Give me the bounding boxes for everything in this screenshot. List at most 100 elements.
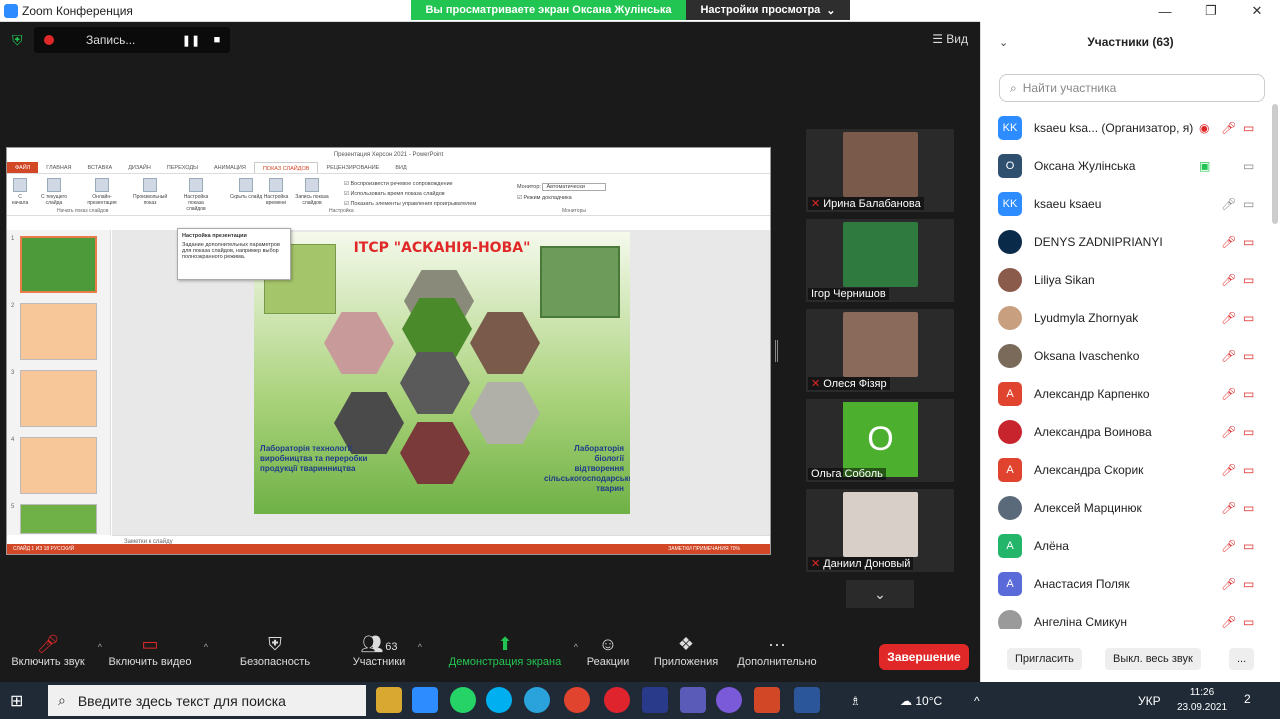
mute-all-button[interactable]: Выкл. весь звук: [1105, 648, 1201, 670]
video-off-icon[interactable]: ▭: [1243, 121, 1254, 135]
slide-thumbnail[interactable]: [20, 370, 97, 427]
mic-muted-icon[interactable]: 🎤︎: [1221, 349, 1236, 363]
opera-icon[interactable]: [604, 687, 630, 713]
shield-icon[interactable]: ⛨: [12, 32, 26, 48]
recording-icon[interactable]: ◉: [1199, 121, 1209, 135]
video-off-icon[interactable]: ▭: [1243, 615, 1254, 629]
video-tile[interactable]: О Ольга Соболь: [806, 399, 954, 482]
apps-button[interactable]: ❖ Приложения: [651, 634, 721, 668]
start-video-button[interactable]: ▭ Включить видео ^: [106, 634, 208, 668]
participant-row[interactable]: О Оксана Жулінська ▣ ▭: [981, 147, 1271, 185]
participant-row[interactable]: A Анастасия Поляк 🎤︎ ▭: [981, 565, 1271, 603]
slide-thumbnail[interactable]: [20, 437, 97, 494]
video-off-icon[interactable]: ▭: [1243, 273, 1254, 287]
reactions-button[interactable]: ☺ Реакции: [585, 634, 631, 668]
ppt-tab[interactable]: АНИМАЦИЯ: [206, 162, 254, 173]
video-off-icon[interactable]: ▭: [1243, 311, 1254, 325]
ppt-tab[interactable]: ПОКАЗ СЛАЙДОВ: [253, 162, 319, 173]
taskbar-search-input[interactable]: ⌕ Введите здесь текст для поиска: [48, 685, 366, 716]
unmute-button[interactable]: 🎤︎ Включить звук ^: [8, 634, 102, 668]
view-button[interactable]: ☰ Вид: [932, 32, 968, 46]
slide-thumbnail[interactable]: [20, 504, 97, 534]
ppt-tab[interactable]: ФАЙЛ: [7, 162, 39, 173]
ribbon-button[interactable]: Скрыть слайд: [229, 178, 263, 200]
mic-muted-icon[interactable]: 🎤︎: [1221, 273, 1236, 287]
participant-row[interactable]: Ангеліна Смикун 🎤︎ ▭: [981, 603, 1271, 629]
skype-icon[interactable]: [486, 687, 512, 713]
mic-muted-icon[interactable]: 🎤︎: [1221, 121, 1236, 135]
participant-row[interactable]: Алексей Марцинюк 🎤︎ ▭: [981, 489, 1271, 527]
video-off-icon[interactable]: ▭: [1243, 387, 1254, 401]
close-button[interactable]: ✕: [1234, 0, 1280, 22]
sharing-icon[interactable]: ▣: [1199, 159, 1210, 173]
scroll-tiles-down-button[interactable]: ⌄: [846, 580, 914, 608]
mic-icon[interactable]: 🎤︎: [1221, 197, 1236, 211]
participant-row[interactable]: A Алёна 🎤︎ ▭: [981, 527, 1271, 565]
share-screen-button[interactable]: ⬆ Демонстрация экрана ^: [446, 634, 578, 668]
mic-muted-icon[interactable]: 🎤︎: [1221, 615, 1236, 629]
video-tile[interactable]: ✕ Олеся Фізяр: [806, 309, 954, 392]
more-button[interactable]: ··· Дополнительно: [735, 634, 819, 668]
mic-muted-icon[interactable]: 🎤︎: [1221, 463, 1236, 477]
security-button[interactable]: ⛨ Безопасность: [238, 634, 312, 668]
mic-muted-icon[interactable]: 🎤︎: [1221, 425, 1236, 439]
ribbon-check[interactable]: ☑ Использовать время показа слайдов: [344, 189, 476, 199]
video-off-icon[interactable]: ▭: [1243, 235, 1254, 249]
presenter-view-check[interactable]: ☑ Режим докладчика: [517, 193, 606, 204]
participant-search-input[interactable]: ⌕ Найти участника: [999, 74, 1265, 102]
whatsapp-icon[interactable]: [450, 687, 476, 713]
video-off-icon[interactable]: ▭: [1243, 349, 1254, 363]
ppt-tab[interactable]: РЕЦЕНЗИРОВАНИЕ: [318, 162, 387, 173]
end-meeting-button[interactable]: Завершение: [879, 644, 969, 670]
ppt-tab[interactable]: ПЕРЕХОДЫ: [159, 162, 206, 173]
current-slide[interactable]: ІТСР "АСКАНІЯ-НОВА" Лабораторія технолог…: [254, 232, 630, 514]
ribbon-button[interactable]: Запись показа слайдов: [295, 178, 329, 206]
restore-button[interactable]: ❐: [1188, 0, 1234, 22]
participant-row[interactable]: DENYS ZADNIPRIANYI 🎤︎ ▭: [981, 223, 1271, 261]
notifications-badge[interactable]: 2: [1244, 692, 1251, 706]
video-off-icon[interactable]: ▭: [1243, 501, 1254, 515]
mic-muted-icon[interactable]: 🎤︎: [1221, 387, 1236, 401]
minimize-button[interactable]: —: [1142, 0, 1188, 22]
participant-row[interactable]: Lyudmyla Zhornyak 🎤︎ ▭: [981, 299, 1271, 337]
file-explorer-icon[interactable]: [376, 687, 402, 713]
input-language[interactable]: УКР: [1138, 682, 1161, 719]
ribbon-button[interactable]: Произвольный показ: [133, 178, 167, 206]
participant-row[interactable]: Александра Воинова 🎤︎ ▭: [981, 413, 1271, 451]
participant-list-scrollbar[interactable]: [1272, 104, 1278, 224]
ppt-tab[interactable]: ВИД: [387, 162, 414, 173]
mic-muted-icon[interactable]: 🎤︎: [1221, 539, 1236, 553]
telegram-icon[interactable]: [524, 687, 550, 713]
powerpoint-icon[interactable]: [754, 687, 780, 713]
mic-muted-icon[interactable]: 🎤︎: [1221, 501, 1236, 515]
participant-row[interactable]: KK ksaeu ksa... (Организатор, я) ◉ ▭ 🎤︎: [981, 109, 1271, 147]
splitter-handle[interactable]: [775, 340, 778, 362]
windows-start-icon[interactable]: ⊞: [10, 691, 23, 711]
mic-muted-icon[interactable]: 🎤︎: [1221, 235, 1236, 249]
ribbon-button[interactable]: С начала: [11, 178, 29, 206]
video-icon[interactable]: ▭: [1243, 159, 1254, 173]
slide-thumbnail[interactable]: [20, 236, 97, 293]
weather-widget[interactable]: ☁ 10°C: [900, 682, 942, 719]
video-tile[interactable]: ✕ Ирина Балабанова: [806, 129, 954, 212]
taskbar-clock[interactable]: 11:26 23.09.2021: [1176, 685, 1228, 715]
ppt-tab[interactable]: ВСТАВКА: [80, 162, 121, 173]
participant-row[interactable]: A Александр Карпенко 🎤︎ ▭: [981, 375, 1271, 413]
mic-muted-icon[interactable]: 🎤︎: [1221, 577, 1236, 591]
ribbon-button[interactable]: Настройка показа слайдов: [179, 178, 213, 212]
people-icon[interactable]: ♗: [850, 682, 861, 719]
video-off-icon[interactable]: ▭: [1243, 577, 1254, 591]
video-tile[interactable]: ✕ Даниил Доновый: [806, 489, 954, 572]
panel-more-button[interactable]: ...: [1229, 648, 1255, 670]
tray-expand-icon[interactable]: ^: [974, 682, 980, 719]
ribbon-button[interactable]: Настройка времени: [259, 178, 293, 206]
view-settings-button[interactable]: Настройки просмотра ⌄: [686, 0, 850, 20]
ribbon-button[interactable]: Онлайн-презентация: [85, 178, 119, 206]
zoom-app-icon[interactable]: [412, 687, 438, 713]
ribbon-button[interactable]: С текущего слайда: [37, 178, 71, 206]
video-off-icon[interactable]: ▭: [1243, 463, 1254, 477]
mic-muted-icon[interactable]: 🎤︎: [1221, 311, 1236, 325]
monitor-select[interactable]: Автоматически: [542, 183, 606, 191]
stop-recording-button[interactable]: ■: [204, 34, 230, 46]
participants-button[interactable]: 👥︎ 63 Участники ^: [350, 634, 422, 668]
